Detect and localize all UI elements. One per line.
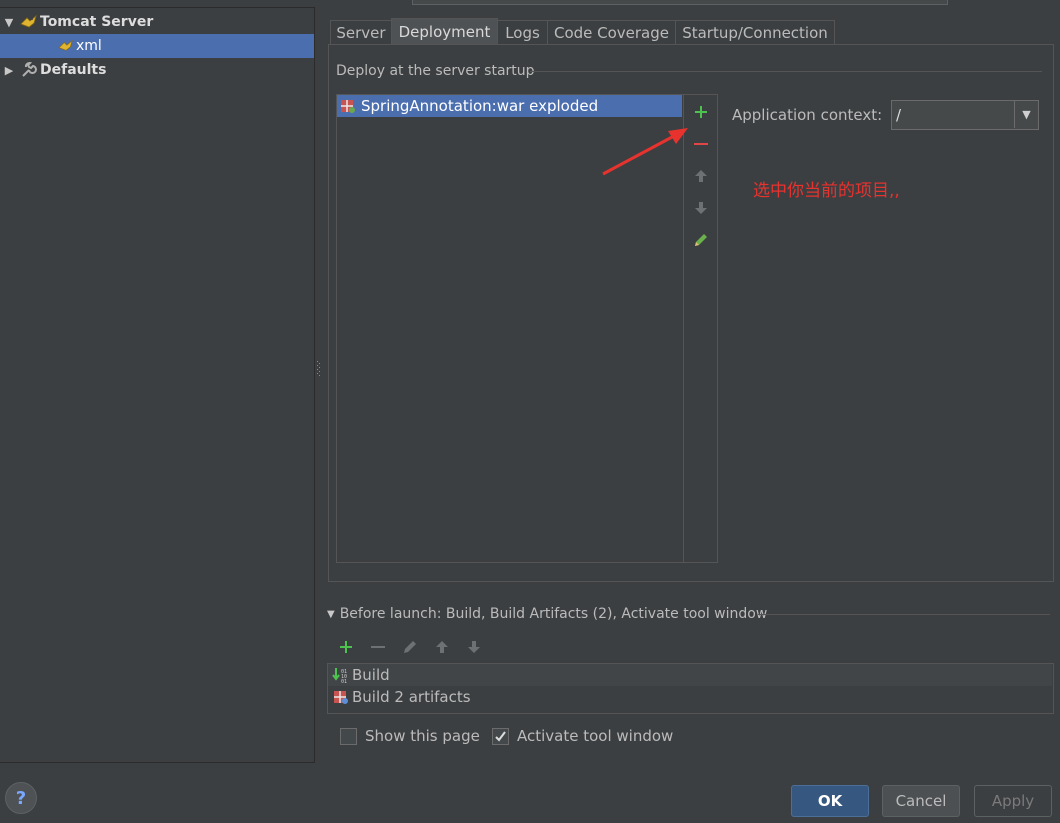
activate-tool-window-option[interactable]: Activate tool window bbox=[492, 725, 673, 747]
move-up-icon bbox=[436, 641, 448, 653]
tomcat-icon bbox=[56, 37, 76, 55]
add-icon bbox=[694, 106, 707, 118]
artifact-icon bbox=[330, 688, 352, 706]
application-context-value[interactable]: / bbox=[896, 106, 901, 124]
configuration-tree[interactable]: ▼ Tomcat Server xml ▶ Defaults bbox=[0, 7, 315, 763]
before-launch-item-label: Build bbox=[352, 666, 390, 684]
tree-item-label: Tomcat Server bbox=[40, 14, 154, 30]
checkmark-icon bbox=[495, 730, 506, 742]
tab-logs[interactable]: Logs bbox=[497, 20, 548, 45]
move-down-button[interactable] bbox=[684, 194, 717, 222]
move-up-button[interactable] bbox=[426, 634, 458, 660]
section-title: Deploy at the server startup bbox=[336, 63, 535, 79]
deployment-item-label: SpringAnnotation:war exploded bbox=[361, 97, 599, 115]
tab-label: Startup/Connection bbox=[682, 24, 828, 42]
tab-server[interactable]: Server bbox=[330, 20, 392, 45]
chevron-down-icon[interactable]: ▼ bbox=[1014, 101, 1038, 128]
help-icon: ? bbox=[15, 787, 27, 809]
show-this-page-option[interactable]: Show this page bbox=[340, 725, 480, 747]
section-divider bbox=[758, 614, 1050, 615]
tab-deployment[interactable]: Deployment bbox=[391, 18, 498, 45]
deployment-list-item[interactable]: SpringAnnotation:war exploded bbox=[337, 95, 682, 117]
show-this-page-label: Show this page bbox=[365, 727, 480, 745]
edit-button[interactable] bbox=[684, 226, 717, 254]
move-down-icon bbox=[468, 641, 480, 653]
add-button[interactable] bbox=[330, 634, 362, 660]
tree-item-tomcat-server[interactable]: ▼ Tomcat Server bbox=[0, 10, 314, 34]
annotation-arrow-icon bbox=[602, 128, 688, 176]
application-context-label: Application context: bbox=[732, 106, 883, 124]
help-button[interactable]: ? bbox=[5, 782, 37, 814]
edit-icon bbox=[404, 641, 416, 653]
move-down-button[interactable] bbox=[458, 634, 490, 660]
add-icon bbox=[340, 641, 352, 653]
show-this-page-checkbox[interactable] bbox=[340, 727, 357, 745]
remove-icon bbox=[371, 646, 385, 648]
tomcat-icon bbox=[18, 13, 40, 31]
apply-label: Apply bbox=[991, 792, 1035, 810]
tab-code-coverage[interactable]: Code Coverage bbox=[547, 20, 676, 45]
tab-label: Logs bbox=[505, 24, 540, 42]
tab-label: Code Coverage bbox=[553, 24, 670, 42]
wrench-icon bbox=[18, 61, 40, 79]
name-field-edge[interactable] bbox=[412, 0, 948, 5]
before-launch-item-label: Build 2 artifacts bbox=[352, 688, 471, 706]
tab-label: Deployment bbox=[398, 23, 491, 41]
cancel-label: Cancel bbox=[895, 792, 947, 810]
tree-item-xml[interactable]: xml bbox=[0, 34, 314, 58]
ok-button[interactable]: OK bbox=[791, 785, 869, 817]
before-launch-label: Before launch: Build, Build Artifacts (2… bbox=[339, 606, 768, 622]
tab-label: Server bbox=[336, 24, 386, 42]
tree-item-label: xml bbox=[76, 38, 102, 54]
svg-text:01: 01 bbox=[341, 679, 347, 684]
before-launch-toolbar bbox=[330, 634, 490, 660]
expanded-arrow-icon[interactable]: ▼ bbox=[0, 16, 18, 29]
before-launch-item-build[interactable]: 01 10 01 Build bbox=[328, 664, 1052, 686]
collapsed-arrow-icon[interactable]: ▶ bbox=[0, 64, 18, 77]
tab-startup-connection[interactable]: Startup/Connection bbox=[675, 20, 835, 45]
splitter-handle[interactable] bbox=[317, 360, 321, 378]
annotation-text: 选中你当前的项目,, bbox=[753, 181, 900, 201]
edit-button[interactable] bbox=[394, 634, 426, 660]
remove-button[interactable] bbox=[362, 634, 394, 660]
build-icon: 01 10 01 bbox=[330, 666, 352, 684]
artifact-icon bbox=[339, 97, 357, 115]
ok-label: OK bbox=[817, 792, 843, 810]
apply-button[interactable]: Apply bbox=[974, 785, 1052, 817]
before-launch-header[interactable]: ▼ Before launch: Build, Build Artifacts … bbox=[327, 606, 767, 622]
section-divider bbox=[530, 71, 1042, 72]
activate-tool-window-label: Activate tool window bbox=[517, 727, 674, 745]
tree-item-label: Defaults bbox=[40, 62, 107, 78]
activate-tool-window-checkbox[interactable] bbox=[492, 727, 509, 745]
before-launch-item-artifacts[interactable]: Build 2 artifacts bbox=[328, 686, 1052, 708]
tree-item-defaults[interactable]: ▶ Defaults bbox=[0, 58, 314, 82]
collapse-arrow-icon[interactable]: ▼ bbox=[327, 609, 335, 620]
edit-icon bbox=[694, 234, 707, 246]
cancel-button[interactable]: Cancel bbox=[882, 785, 960, 817]
move-down-icon bbox=[694, 202, 707, 214]
